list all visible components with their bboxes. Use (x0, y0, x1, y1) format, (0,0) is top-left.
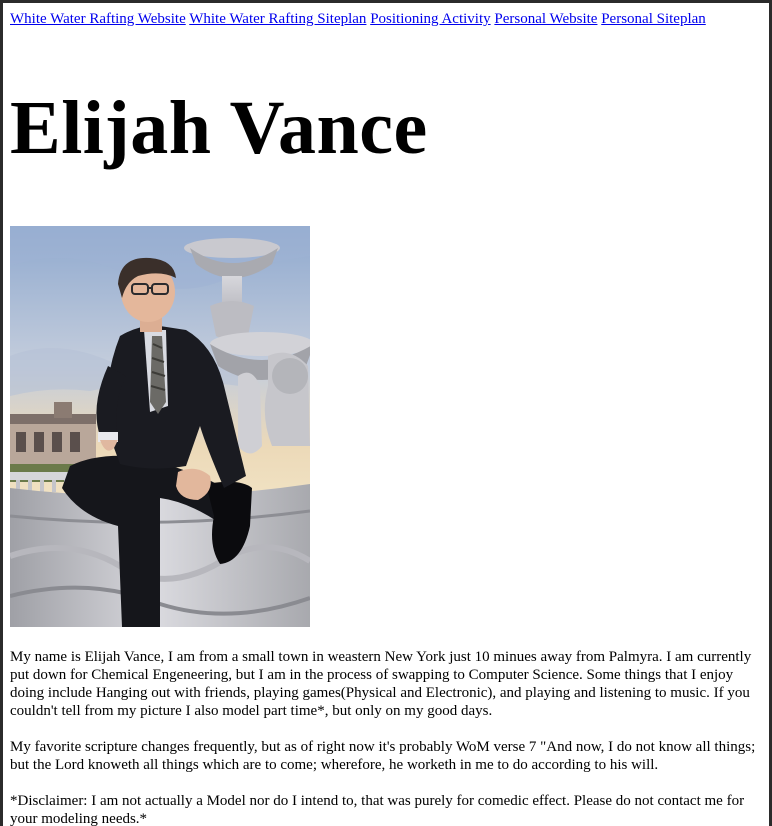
nav-link-personal-siteplan[interactable]: Personal Siteplan (601, 11, 706, 27)
scripture-paragraph: My favorite scripture changes frequently… (10, 739, 756, 773)
bio-paragraph: My name is Elijah Vance, I am from a sma… (10, 649, 752, 719)
profile-photo (10, 226, 310, 627)
disclaimer-paragraph: *Disclaimer: I am not actually a Model n… (10, 793, 745, 826)
nav-link-personal-website[interactable]: Personal Website (494, 11, 597, 27)
window-top-border (0, 0, 772, 3)
nav-link-positioning-activity[interactable]: Positioning Activity (370, 11, 490, 27)
nav-link-rafting-website[interactable]: White Water Rafting Website (10, 11, 186, 27)
page-title: Elijah Vance (10, 86, 428, 170)
window-left-border (0, 0, 3, 826)
top-navigation: White Water Rafting Website White Water … (10, 11, 706, 28)
about-content: My name is Elijah Vance, I am from a sma… (10, 648, 762, 826)
nav-link-rafting-siteplan[interactable]: White Water Rafting Siteplan (189, 11, 366, 27)
